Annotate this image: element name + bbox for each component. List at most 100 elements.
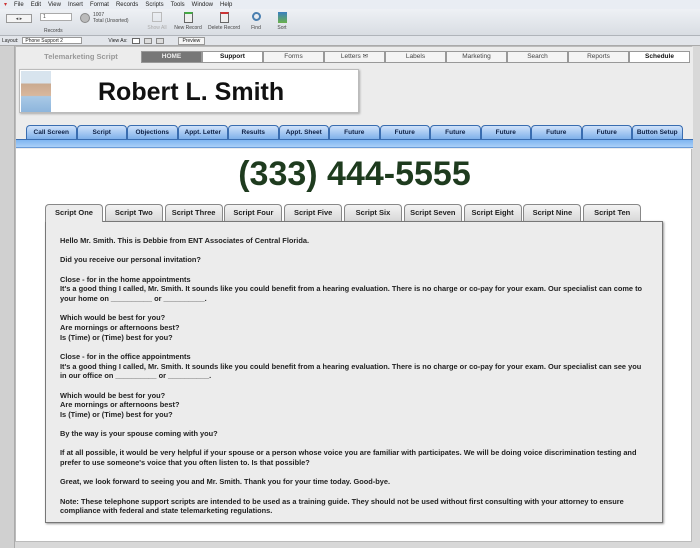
tab-appt-letter[interactable]: Appt. Letter [177, 125, 228, 139]
tab-band [16, 139, 693, 148]
tab-script-seven[interactable]: Script Seven [403, 204, 462, 221]
total-label: Total (Unsorted) [93, 18, 129, 24]
record-number-field[interactable]: 1 [40, 13, 72, 21]
menu-bar: ▾ File Edit View Insert Format Records S… [0, 0, 700, 9]
script-paragraph: Hello Mr. Smith. This is Debbie from ENT… [60, 236, 648, 246]
tab-script-five[interactable]: Script Five [284, 204, 343, 221]
layout-select[interactable]: Phone Support 2 [22, 37, 83, 44]
tab-script-two[interactable]: Script Two [104, 204, 163, 221]
main-nav: Telemarketing Script HOME Support Forms … [21, 51, 690, 63]
function-tabs: Call Screen Script Objections Appt. Lett… [26, 125, 683, 139]
envelope-icon: ✉ [362, 53, 369, 60]
menu-window[interactable]: Window [192, 2, 213, 8]
nav-reports[interactable]: Reports [568, 51, 629, 63]
menu-format[interactable]: Format [90, 2, 109, 8]
view-as-label: View As: [108, 37, 128, 44]
toolbar: ◂ ▸ 1 Records 1007 Total (Unsorted) Show… [0, 9, 700, 36]
script-line: Did you receive our personal invitation? [60, 255, 201, 265]
menu-edit[interactable]: Edit [31, 2, 41, 8]
tab-future[interactable]: Future [480, 125, 531, 139]
header-area: Telemarketing Script HOME Support Forms … [16, 47, 693, 149]
tab-script[interactable]: Script [76, 125, 127, 139]
tab-script-one[interactable]: Script One [45, 204, 103, 222]
tab-script-three[interactable]: Script Three [164, 204, 223, 221]
menu-scripts[interactable]: Scripts [145, 2, 163, 8]
script-line: If at all possible, it would be very hel… [60, 448, 637, 468]
nav-forms[interactable]: Forms [263, 51, 324, 63]
tab-future[interactable]: Future [531, 125, 582, 139]
find-button[interactable]: Find [246, 12, 266, 31]
tab-call-screen[interactable]: Call Screen [26, 125, 77, 139]
nav-letters[interactable]: Letters ✉ [324, 51, 385, 63]
delete-record-button[interactable]: Delete Record [206, 12, 242, 31]
script-line: Which would be best for you? [60, 313, 166, 323]
menu-tools[interactable]: Tools [171, 2, 185, 8]
script-line: Is (Time) or (Time) best for you? [60, 332, 173, 342]
script-paragraph: Which would be best for you? Are mornings… [60, 313, 648, 342]
script-tabs: Script One Script Two Script Three Scrip… [45, 204, 643, 222]
show-all-icon [152, 12, 162, 22]
menu-records[interactable]: Records [116, 2, 138, 8]
script-line: It's a good thing I called, Mr. Smith. I… [60, 361, 642, 381]
sort-icon [277, 12, 287, 23]
contact-header: Robert L. Smith [19, 69, 359, 113]
view-table-button[interactable] [155, 37, 164, 44]
script-line: Note: These telephone support scripts ar… [60, 496, 624, 516]
script-line: Close - for in the home appointments [60, 274, 191, 284]
script-paragraph: Close - for in the office appointments It… [60, 352, 648, 381]
preview-button[interactable]: Preview [177, 36, 206, 45]
records-label: Records [44, 28, 63, 34]
status-area [0, 46, 15, 548]
view-form-button[interactable] [131, 37, 140, 44]
script-line: Hello Mr. Smith. This is Debbie from ENT… [60, 236, 310, 245]
script-line: It's a good thing I called, Mr. Smith. I… [60, 284, 643, 303]
tab-script-four[interactable]: Script Four [224, 204, 283, 221]
script-line: Are mornings or afternoons best? [60, 322, 180, 332]
menu-insert[interactable]: Insert [68, 2, 83, 8]
script-paragraph: If at all possible, it would be very hel… [60, 448, 648, 467]
tab-appt-sheet[interactable]: Appt. Sheet [278, 125, 329, 139]
nav-marketing[interactable]: Marketing [446, 51, 507, 63]
script-paragraph: By the way is your spouse coming with yo… [60, 429, 648, 439]
tab-future[interactable]: Future [581, 125, 632, 139]
tab-future[interactable]: Future [379, 125, 430, 139]
tab-script-six[interactable]: Script Six [343, 204, 402, 221]
tab-future[interactable]: Future [430, 125, 481, 139]
nav-search[interactable]: Search [507, 51, 568, 63]
contact-photo [21, 71, 51, 112]
script-line: Close - for in the office appointments [60, 351, 191, 361]
view-list-button[interactable] [143, 37, 152, 44]
sort-button[interactable]: Sort [272, 12, 292, 31]
menu-help[interactable]: Help [220, 2, 232, 8]
tab-button-setup[interactable]: Button Setup [632, 125, 683, 139]
pie-icon [80, 13, 90, 23]
nav-support[interactable]: Support [202, 51, 263, 63]
menu-view[interactable]: View [48, 2, 61, 8]
delete-record-icon [219, 12, 229, 23]
tab-objections[interactable]: Objections [127, 125, 178, 139]
app-icon: ▾ [4, 2, 8, 8]
layout-label: Layout: [2, 37, 19, 44]
menu-file[interactable]: File [14, 2, 24, 8]
nav-home[interactable]: HOME [141, 51, 202, 63]
new-record-icon [183, 12, 193, 23]
script-paragraph: Great, we look forward to seeing you and… [60, 477, 648, 487]
tab-future[interactable]: Future [329, 125, 380, 139]
nav-schedule[interactable]: Schedule [629, 51, 690, 63]
layout-window: Telemarketing Script HOME Support Forms … [15, 46, 693, 542]
script-paragraph: Did you receive our personal invitation? [60, 255, 648, 265]
show-all-button[interactable]: Show All [144, 12, 170, 31]
magnifier-icon [251, 12, 261, 21]
new-record-button[interactable]: New Record [172, 12, 204, 31]
tab-script-eight[interactable]: Script Eight [463, 204, 522, 221]
tab-script-ten[interactable]: Script Ten [583, 204, 642, 221]
tab-script-nine[interactable]: Script Nine [523, 204, 582, 221]
tab-results[interactable]: Results [228, 125, 279, 139]
script-line: Which would be best for you? [60, 390, 166, 400]
contact-name: Robert L. Smith [98, 78, 285, 106]
record-nav-buttons[interactable]: ◂ ▸ [6, 14, 32, 23]
nav-labels[interactable]: Labels [385, 51, 446, 63]
script-paragraph: Note: These telephone support scripts ar… [60, 497, 648, 516]
script-line: By the way is your spouse coming with yo… [60, 429, 218, 439]
script-line: Are mornings or afternoons best? [60, 400, 180, 410]
